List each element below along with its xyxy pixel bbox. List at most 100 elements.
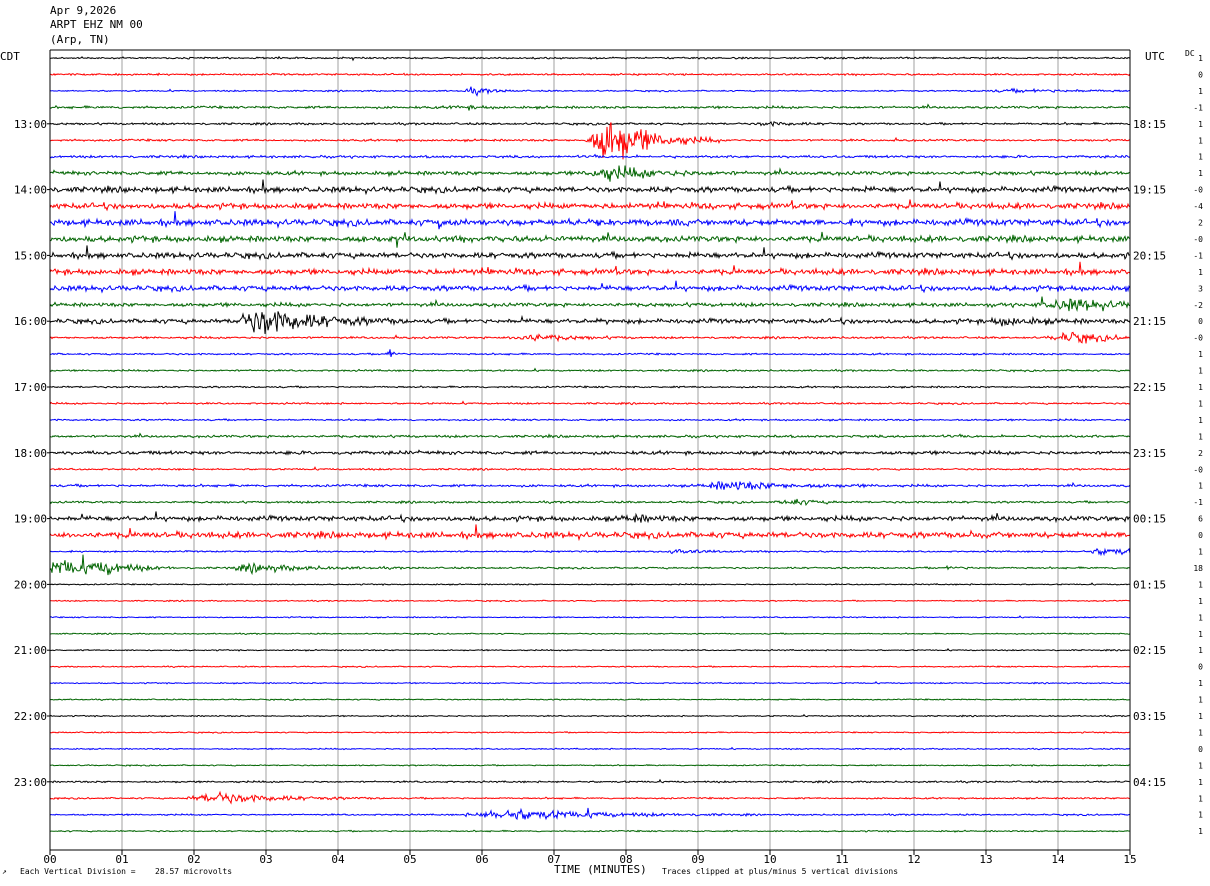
utc-hour-label: 20:15 — [1133, 249, 1166, 262]
seismic-trace — [49, 432, 1131, 439]
x-tick-label: 04 — [331, 853, 345, 866]
dc-offset-value: 1 — [1198, 548, 1203, 557]
seismic-trace — [49, 296, 1131, 312]
dc-offset-value: 1 — [1198, 432, 1203, 441]
dc-offset-value: 3 — [1198, 284, 1203, 293]
cdt-hour-label: 20:00 — [14, 578, 47, 591]
dc-offset-value: -0 — [1193, 465, 1203, 474]
cdt-hour-label: 13:00 — [14, 118, 47, 131]
x-tick-label: 05 — [403, 853, 416, 866]
dc-column-label: DC — [1185, 49, 1195, 58]
cdt-hour-label: 18:00 — [14, 447, 47, 460]
seismic-trace — [49, 648, 1131, 652]
seismic-trace — [49, 778, 1131, 784]
x-tick-label: 14 — [1051, 853, 1065, 866]
utc-hour-label: 22:15 — [1133, 381, 1166, 394]
utc-hour-label: 02:15 — [1133, 644, 1166, 657]
dc-offset-value: 2 — [1198, 449, 1203, 458]
cdt-hour-label: 21:00 — [14, 644, 47, 657]
dc-offset-value: 1 — [1198, 136, 1203, 145]
seismic-trace — [49, 211, 1131, 230]
dc-offset-value: 1 — [1198, 268, 1203, 277]
utc-hour-label: 19:15 — [1133, 184, 1166, 197]
seismic-trace — [49, 632, 1131, 636]
seismic-trace — [49, 680, 1131, 685]
dc-offset-value: 18 — [1193, 564, 1203, 573]
seismic-trace — [49, 400, 1131, 406]
dc-offset-value: 1 — [1198, 630, 1203, 639]
dc-offset-value: -1 — [1193, 251, 1203, 260]
utc-hour-label: 21:15 — [1133, 315, 1166, 328]
x-tick-label: 13 — [979, 853, 992, 866]
x-tick-label: 00 — [43, 853, 56, 866]
dc-offset-value: 0 — [1198, 70, 1203, 79]
seismic-trace — [49, 331, 1131, 344]
x-tick-label: 15 — [1123, 853, 1136, 866]
seismic-trace — [49, 367, 1130, 373]
dc-offset-value: 1 — [1198, 416, 1203, 425]
corner-mark: ↗ — [2, 867, 7, 876]
seismic-trace — [49, 615, 1131, 619]
seismic-trace — [49, 524, 1131, 542]
right-zone-label: UTC — [1145, 50, 1165, 63]
seismic-trace — [49, 466, 1131, 472]
station-code: ARPT EHZ NM 00 — [50, 18, 143, 31]
seismic-trace — [49, 261, 1131, 277]
dc-offset-value: 0 — [1198, 663, 1203, 672]
seismic-trace — [49, 72, 1131, 77]
seismic-trace — [49, 480, 1131, 491]
dc-offset-value: 0 — [1198, 317, 1203, 326]
seismic-trace — [49, 349, 1131, 358]
station-location: (Arp, TN) — [50, 33, 110, 46]
seismic-trace — [49, 547, 1131, 557]
seismic-trace — [49, 153, 1131, 160]
cdt-hour-label: 23:00 — [14, 776, 47, 789]
dc-offset-value: 1 — [1198, 827, 1203, 836]
utc-hour-label: 04:15 — [1133, 776, 1166, 789]
seismic-trace — [49, 599, 1131, 603]
dc-offset-value: 1 — [1198, 712, 1203, 721]
seismic-trace — [49, 86, 1131, 97]
dc-offset-value: 1 — [1198, 811, 1203, 820]
left-zone-label: CDT — [0, 50, 20, 63]
dc-offset-value: 1 — [1198, 399, 1203, 408]
cdt-hour-label: 15:00 — [14, 249, 47, 262]
dc-offset-value: 1 — [1198, 153, 1203, 162]
dc-offset-value: 1 — [1198, 482, 1203, 491]
seismic-trace — [49, 55, 1131, 62]
dc-offset-value: 1 — [1198, 54, 1203, 63]
dc-offset-value: 1 — [1198, 350, 1203, 359]
seismic-trace — [49, 245, 1131, 262]
seismic-trace — [50, 231, 1131, 248]
seismic-trace — [49, 698, 1131, 702]
seismic-trace — [49, 311, 1131, 334]
dc-offset-value: 1 — [1198, 120, 1203, 129]
utc-hour-label: 23:15 — [1133, 447, 1166, 460]
seismic-trace — [49, 103, 1131, 111]
seismic-trace — [49, 746, 1131, 751]
dc-offset-value: -0 — [1193, 186, 1203, 195]
seismic-trace — [49, 829, 1131, 833]
dc-offset-value: -2 — [1193, 301, 1203, 310]
seismic-trace — [49, 511, 1131, 524]
cdt-hour-label: 14:00 — [14, 184, 47, 197]
dc-offset-value: 1 — [1198, 696, 1203, 705]
dc-offset-value: -1 — [1193, 103, 1203, 112]
seismic-trace — [49, 199, 1131, 212]
scale-value: 28.57 microvolts — [155, 867, 233, 876]
cdt-hour-label: 19:00 — [14, 513, 47, 526]
seismic-trace — [49, 731, 1131, 735]
x-tick-label: 06 — [475, 853, 488, 866]
x-tick-label: 02 — [187, 853, 200, 866]
seismic-traces — [49, 55, 1131, 833]
seismic-trace — [49, 807, 1131, 821]
dc-offset-value: 2 — [1198, 219, 1203, 228]
dc-offset-value: 1 — [1198, 367, 1203, 376]
x-tick-label: 11 — [835, 853, 848, 866]
seismic-trace — [49, 122, 1131, 160]
cdt-hour-label: 17:00 — [14, 381, 47, 394]
dc-offset-value: 1 — [1198, 778, 1203, 787]
x-axis-title: TIME (MINUTES) — [554, 863, 647, 876]
seismic-trace — [49, 121, 1131, 128]
utc-hour-label: 00:15 — [1133, 513, 1166, 526]
